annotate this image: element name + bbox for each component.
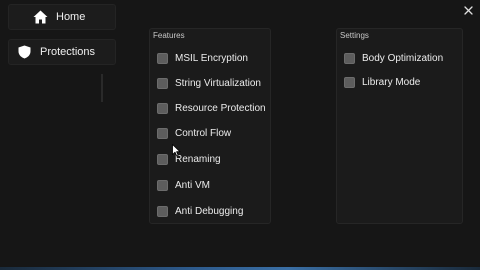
option-label: Renaming <box>175 153 221 165</box>
option-string-virtualization[interactable]: String Virtualization <box>157 76 261 90</box>
option-body-optimization[interactable]: Body Optimization <box>344 51 443 65</box>
nav-home-label: Home <box>56 11 86 23</box>
close-icon <box>463 5 473 15</box>
checkbox[interactable] <box>157 179 168 191</box>
checkbox[interactable] <box>157 102 168 114</box>
checkbox[interactable] <box>157 205 168 217</box>
option-label: Library Mode <box>362 76 421 88</box>
option-label: Resource Protection <box>175 102 266 114</box>
features-panel: Features MSIL Encryption String Virtuali… <box>149 28 271 224</box>
mouse-cursor-icon <box>172 144 181 157</box>
checkbox[interactable] <box>344 52 355 64</box>
option-library-mode[interactable]: Library Mode <box>344 75 420 89</box>
option-resource-protection[interactable]: Resource Protection <box>157 101 266 115</box>
option-anti-debugging[interactable]: Anti Debugging <box>157 204 243 218</box>
nav-protections-label: Protections <box>40 46 96 58</box>
checkbox[interactable] <box>344 76 355 88</box>
checkbox[interactable] <box>157 153 168 165</box>
home-icon <box>32 9 48 25</box>
close-button[interactable] <box>460 2 476 18</box>
option-label: Anti VM <box>175 179 211 191</box>
settings-title: Settings <box>340 31 369 40</box>
option-label: Control Flow <box>175 127 232 139</box>
checkbox[interactable] <box>157 77 168 89</box>
nav-home-button[interactable]: Home <box>8 4 116 30</box>
option-control-flow[interactable]: Control Flow <box>157 126 231 140</box>
option-msil-encryption[interactable]: MSIL Encryption <box>157 51 248 65</box>
option-anti-vm[interactable]: Anti VM <box>157 178 210 192</box>
features-title: Features <box>153 31 185 40</box>
checkbox[interactable] <box>157 127 168 139</box>
option-renaming[interactable]: Renaming <box>157 152 221 166</box>
option-label: Body Optimization <box>362 52 444 64</box>
checkbox[interactable] <box>157 52 168 64</box>
shield-icon <box>16 44 32 60</box>
option-label: Anti Debugging <box>175 205 244 217</box>
sidebar-divider <box>101 74 103 102</box>
nav-protections-button[interactable]: Protections <box>8 39 116 65</box>
settings-panel: Settings Body Optimization Library Mode <box>336 28 463 224</box>
option-label: MSIL Encryption <box>175 52 248 64</box>
option-label: String Virtualization <box>175 77 261 89</box>
